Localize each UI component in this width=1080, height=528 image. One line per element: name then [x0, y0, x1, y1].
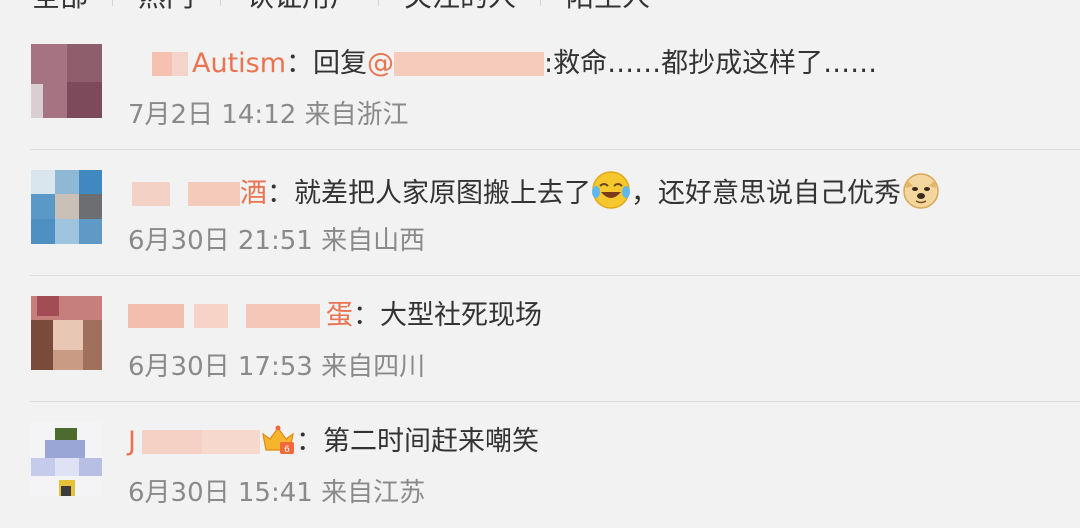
comment-content: 蛋 ：大型社死现场 — [128, 296, 542, 336]
avatar[interactable] — [31, 296, 102, 370]
vip-crown-icon: 6 — [262, 425, 294, 455]
colon: ： — [286, 48, 314, 79]
colon: ： — [295, 426, 323, 457]
privacy-mask — [128, 304, 184, 328]
tab-divider — [378, 0, 379, 6]
comment-time: 6月30日 17:53 — [128, 352, 313, 382]
privacy-mask — [194, 304, 228, 328]
tab-following[interactable]: 关注的人 — [404, 0, 516, 16]
comment-username[interactable]: J — [128, 422, 260, 462]
comment-location: 来自四川 — [321, 352, 426, 382]
tab-verified[interactable]: 认证用户 — [246, 0, 358, 16]
comment-item: 酒 ：就差把人家原图搬上去了 ，还好意思说自己优秀 6月30日 21:51 来自… — [0, 150, 1080, 276]
colon: ： — [267, 178, 294, 209]
comment-meta: 6月30日 17:53 来自四川 — [128, 350, 425, 384]
comment-username[interactable]: Autism — [128, 44, 286, 84]
comment-username[interactable]: 蛋 — [128, 296, 353, 336]
reply-prefix: 回复 — [313, 48, 368, 79]
comment-location: 来自江苏 — [321, 478, 426, 508]
avatar[interactable] — [31, 170, 102, 244]
doge-emoji — [903, 173, 939, 209]
comment-item: 蛋 ：大型社死现场 6月30日 17:53 来自四川 — [0, 276, 1080, 402]
comment-text: 第二时间赶来嘲笑 — [322, 426, 539, 457]
comment-item: Autism ：回复@:救命……都抄成这样了…… 7月2日 14:12 来自浙江 — [0, 24, 1080, 150]
avatar[interactable] — [31, 422, 102, 496]
tab-divider — [220, 0, 221, 6]
comment-content: Autism ：回复@:救命……都抄成这样了…… — [128, 44, 877, 84]
comment-meta: 7月2日 14:12 来自浙江 — [128, 98, 409, 132]
privacy-mask — [188, 182, 240, 206]
comment-username[interactable]: 酒 — [128, 174, 267, 214]
svg-text:6: 6 — [284, 445, 290, 455]
laugh-cry-emoji — [592, 171, 630, 209]
tab-strangers[interactable]: 陌生人 — [566, 0, 650, 16]
comment-text: 大型社死现场 — [380, 300, 542, 331]
comment-text: 就差把人家原图搬上去了 — [294, 178, 591, 209]
comment-content: 酒 ：就差把人家原图搬上去了 ，还好意思说自己优秀 — [128, 170, 941, 210]
comment-meta: 6月30日 21:51 来自山西 — [128, 224, 425, 258]
privacy-mask — [132, 182, 170, 206]
comment-location: 来自浙江 — [304, 100, 409, 130]
comment-time: 7月2日 14:12 — [128, 100, 297, 130]
comment-text-continued: ，还好意思说自己优秀 — [631, 178, 901, 209]
comment-text: :救命……都抄成这样了…… — [544, 48, 878, 79]
comment-item: J 6 ：第二时间赶来嘲笑 6月30日 15:41 来自江苏 — [0, 402, 1080, 528]
comment-time: 6月30日 21:51 — [128, 226, 313, 256]
comment-list: Autism ：回复@:救命……都抄成这样了…… 7月2日 14:12 来自浙江 — [0, 24, 1080, 528]
comment-filter-tabs: 全部 热门 认证用户 关注的人 陌生人 — [0, 0, 1080, 16]
privacy-mask — [202, 430, 260, 454]
tab-divider — [112, 0, 113, 6]
privacy-mask — [246, 304, 320, 328]
tab-all[interactable]: 全部 — [32, 0, 88, 16]
tab-divider — [540, 0, 541, 6]
comment-time: 6月30日 15:41 — [128, 478, 313, 508]
tab-hot[interactable]: 热门 — [138, 0, 194, 16]
privacy-mask — [152, 52, 172, 76]
privacy-mask — [172, 52, 188, 76]
comment-content: J 6 ：第二时间赶来嘲笑 — [128, 422, 539, 462]
comment-meta: 6月30日 15:41 来自江苏 — [128, 476, 425, 510]
privacy-mask — [142, 430, 202, 454]
mention-link[interactable]: @ — [367, 48, 545, 79]
avatar[interactable] — [31, 44, 102, 118]
comment-location: 来自山西 — [321, 226, 426, 256]
colon: ： — [353, 300, 380, 331]
